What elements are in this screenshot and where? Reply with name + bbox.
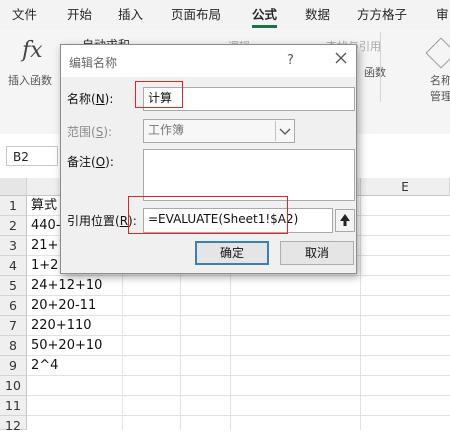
ribbon-tab-bar: 文件 开始 插入 页面布局 公式 数据 方方格子 审 <box>0 0 450 30</box>
grid-line <box>360 196 361 430</box>
tab-review[interactable]: 审 <box>436 0 449 30</box>
row-header[interactable]: 1 <box>0 196 27 216</box>
row-header[interactable]: 11 <box>0 396 27 416</box>
row-header[interactable]: 5 <box>0 276 27 296</box>
refers-to-label: 引用位置(R): <box>67 214 137 228</box>
ribbon-divider <box>380 32 381 102</box>
edit-name-dialog: 编辑名称 ? 名称(N): 计算 范围(S): 工作簿 备注(O): 引用位置(… <box>60 44 357 274</box>
ok-button[interactable]: 确定 <box>195 241 269 265</box>
dialog-title-bar[interactable]: 编辑名称 ? <box>61 45 356 77</box>
chevron-down-icon[interactable] <box>275 121 294 141</box>
collapse-dialog-icon[interactable] <box>335 209 355 232</box>
cancel-button[interactable]: 取消 <box>280 241 354 265</box>
tab-insert[interactable]: 插入 <box>118 0 143 30</box>
row-header[interactable]: 2 <box>0 216 27 236</box>
row-header[interactable]: 4 <box>0 256 27 276</box>
cell-a4[interactable]: 1+2 <box>31 256 58 276</box>
cell-a2[interactable]: 440- <box>31 216 61 236</box>
help-icon[interactable]: ? <box>287 53 294 68</box>
tab-home[interactable]: 开始 <box>67 0 92 30</box>
insert-function-icon[interactable]: fx <box>22 38 43 63</box>
cell-a6[interactable]: 20+20-11 <box>31 296 96 316</box>
comment-label: 备注(O): <box>67 155 114 169</box>
name-highlight-box <box>135 81 183 108</box>
select-all-corner[interactable] <box>0 178 27 196</box>
scope-label: 范围(S): <box>67 125 113 139</box>
dialog-title: 编辑名称 <box>69 56 118 70</box>
insert-function-label[interactable]: 插入函数 <box>8 72 52 88</box>
row-header[interactable]: 12 <box>0 416 27 433</box>
cell-a7[interactable]: 220+110 <box>31 316 92 336</box>
row-header[interactable]: 8 <box>0 336 27 356</box>
name-manager-icon[interactable] <box>425 37 450 69</box>
comment-field[interactable] <box>143 149 355 201</box>
name-label: 名称(N): <box>67 92 114 106</box>
tab-data[interactable]: 数据 <box>305 0 330 30</box>
column-header-e[interactable]: E <box>361 178 450 196</box>
row-header[interactable]: 7 <box>0 316 27 336</box>
tab-formulas[interactable]: 公式 <box>252 0 278 30</box>
grid-line <box>27 375 450 376</box>
row-header[interactable]: 10 <box>0 376 27 396</box>
scope-select[interactable]: 工作簿 <box>143 119 295 143</box>
tab-fangfang[interactable]: 方方格子 <box>357 0 407 30</box>
tab-file[interactable]: 文件 <box>12 0 37 30</box>
cell-a1[interactable]: 算式 <box>31 196 57 216</box>
grid-line <box>27 395 450 396</box>
name-manager-label-1[interactable]: 名称 <box>430 72 450 88</box>
tab-page-layout[interactable]: 页面布局 <box>171 0 221 30</box>
name-box[interactable]: B2 <box>6 146 58 166</box>
cell-a9[interactable]: 2^4 <box>31 356 58 376</box>
row-header[interactable]: 6 <box>0 296 27 316</box>
row-header[interactable]: 9 <box>0 356 27 376</box>
close-icon[interactable] <box>334 51 348 68</box>
row-header[interactable]: 3 <box>0 236 27 256</box>
cell-a5[interactable]: 24+12+10 <box>31 276 102 296</box>
math-function-button[interactable]: 函数 <box>364 64 386 80</box>
cell-a8[interactable]: 50+20+10 <box>31 336 102 356</box>
refers-to-highlight-box <box>128 196 288 234</box>
grid-line <box>27 415 450 416</box>
name-manager-label-2[interactable]: 管理 <box>430 88 450 104</box>
